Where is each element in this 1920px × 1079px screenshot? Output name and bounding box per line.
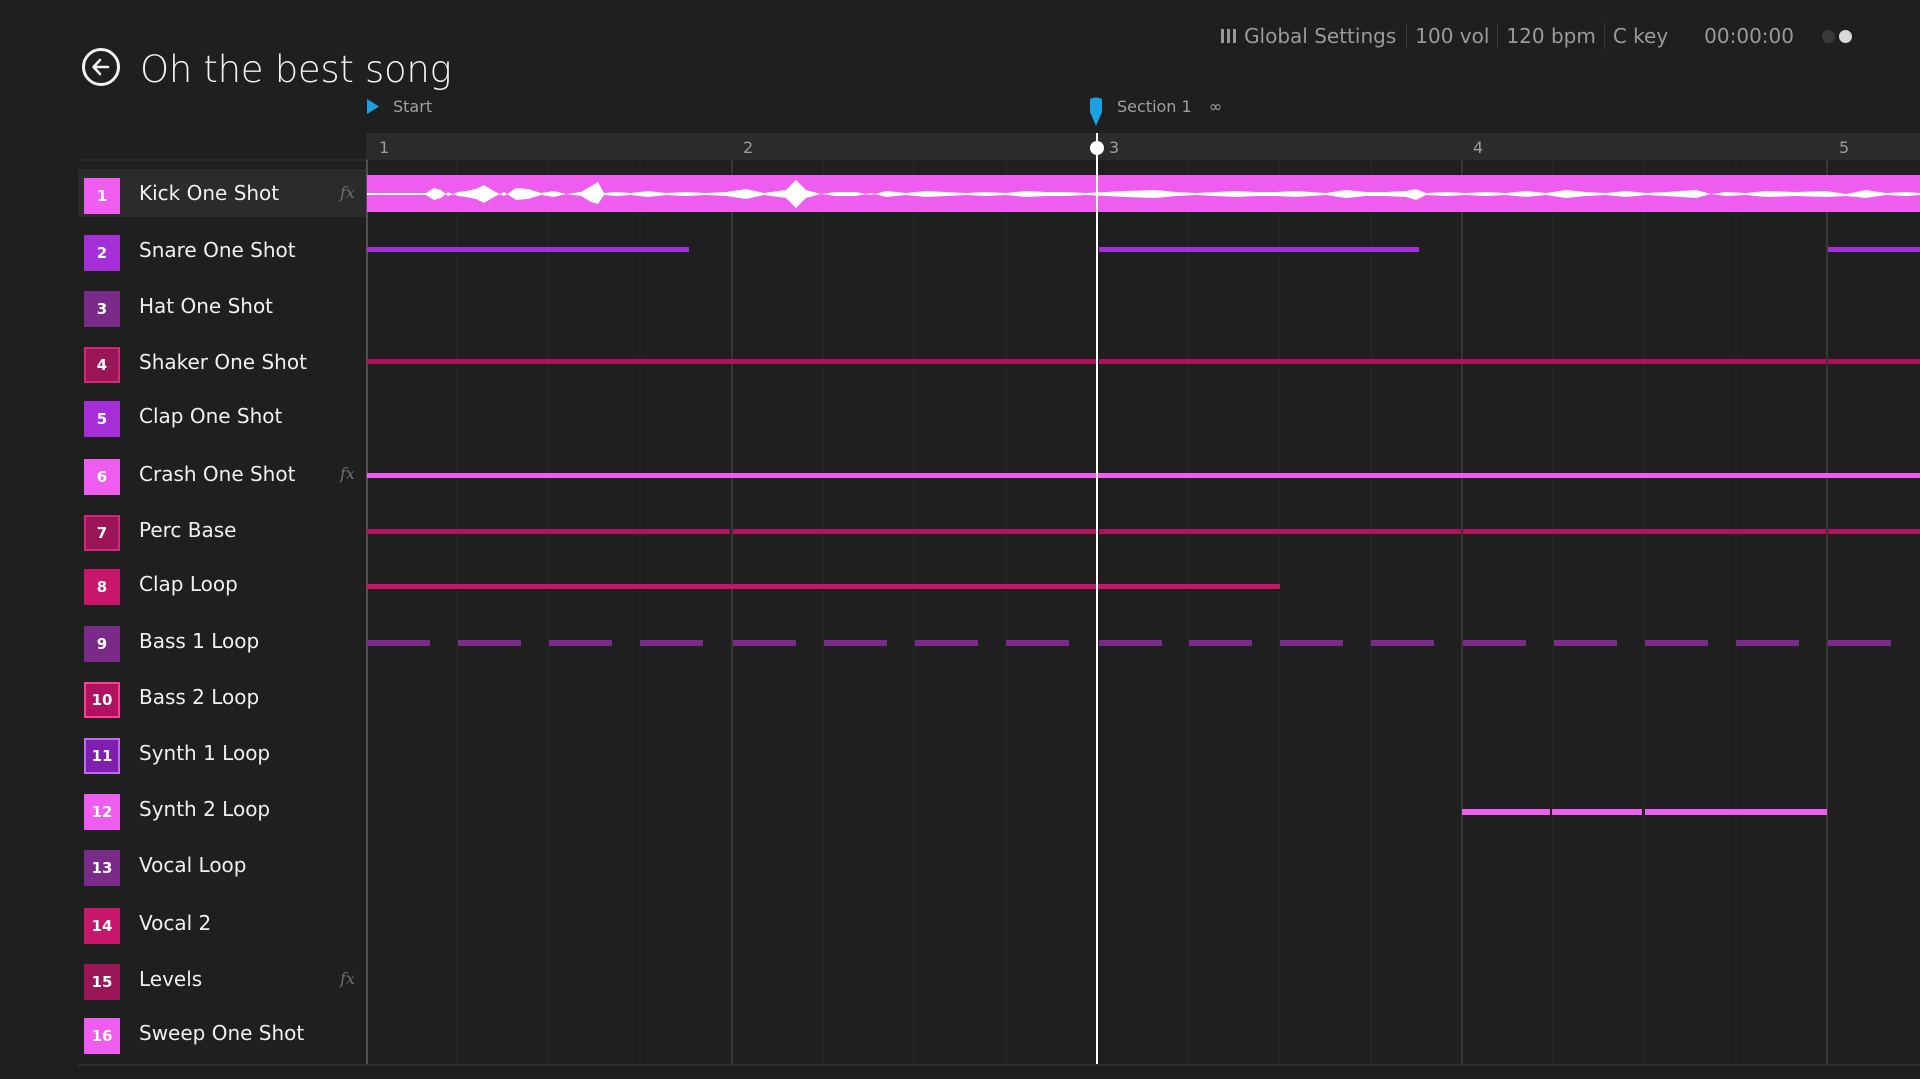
timeline-canvas[interactable] bbox=[366, 160, 1920, 1065]
song-title: Oh the best song bbox=[140, 48, 452, 91]
track-number: 9 bbox=[84, 626, 120, 662]
track-header-divider bbox=[78, 159, 366, 161]
track-row-shaker[interactable]: 4 Shaker One Shot bbox=[78, 338, 366, 386]
fx-icon[interactable]: fx bbox=[340, 183, 355, 202]
track-name: Hat One Shot bbox=[139, 294, 274, 318]
global-toolbar: Global Settings 100 vol 120 bpm C key 00… bbox=[1213, 22, 1852, 50]
track-name: Vocal 2 bbox=[139, 911, 212, 935]
arrow-left-icon bbox=[92, 58, 110, 76]
track-row-kick[interactable]: 1 Kick One Shot fx bbox=[78, 169, 366, 217]
track-name: Synth 2 Loop bbox=[139, 797, 271, 821]
track-name: Levels bbox=[139, 967, 203, 991]
track-name: Shaker One Shot bbox=[139, 350, 307, 374]
fx-icon[interactable]: fx bbox=[340, 464, 355, 483]
track-name: Clap One Shot bbox=[139, 404, 283, 428]
track-name: Bass 1 Loop bbox=[139, 629, 260, 653]
volume-setting[interactable]: 100 vol bbox=[1407, 24, 1497, 48]
bars-icon bbox=[1221, 29, 1237, 43]
playhead-handle[interactable] bbox=[1090, 141, 1104, 155]
track-row-bass-1[interactable]: 9 Bass 1 Loop bbox=[78, 617, 366, 665]
key-setting[interactable]: C key bbox=[1605, 24, 1676, 48]
track-name: Kick One Shot bbox=[139, 181, 280, 205]
clips-perc-base[interactable] bbox=[367, 529, 1920, 534]
tempo-setting[interactable]: 120 bpm bbox=[1498, 24, 1603, 48]
track-name: Vocal Loop bbox=[139, 853, 247, 877]
bar-number: 5 bbox=[1839, 138, 1850, 157]
track-number: 14 bbox=[84, 908, 120, 944]
track-number: 11 bbox=[84, 738, 120, 774]
section-marker-icon[interactable] bbox=[1088, 97, 1104, 129]
fx-icon[interactable]: fx bbox=[340, 969, 355, 988]
global-settings-label: Global Settings bbox=[1244, 24, 1397, 48]
bar-number: 2 bbox=[743, 138, 754, 157]
track-row-synth-2[interactable]: 12 Synth 2 Loop bbox=[78, 785, 366, 833]
track-row-clap-loop[interactable]: 8 Clap Loop bbox=[78, 560, 366, 608]
track-number: 3 bbox=[84, 291, 120, 327]
clips-bass-1[interactable] bbox=[367, 640, 1891, 646]
song-editor: Oh the best song Global Settings 100 vol… bbox=[0, 0, 1920, 1079]
track-row-sweep[interactable]: 16 Sweep One Shot bbox=[78, 1009, 366, 1057]
track-number: 12 bbox=[84, 794, 120, 830]
clips-crash[interactable] bbox=[367, 473, 1920, 478]
back-button[interactable] bbox=[82, 48, 120, 86]
track-row-levels[interactable]: 15 Levels fx bbox=[78, 955, 366, 1003]
track-row-clap[interactable]: 5 Clap One Shot bbox=[78, 392, 366, 440]
clip-kick-waveform[interactable] bbox=[367, 175, 1920, 212]
track-number: 13 bbox=[84, 850, 120, 886]
clips-snare[interactable] bbox=[367, 247, 1920, 252]
track-row-bass-2[interactable]: 10 Bass 2 Loop bbox=[78, 673, 366, 721]
loop-icon: ∞ bbox=[1208, 97, 1223, 116]
track-name: Perc Base bbox=[139, 518, 237, 542]
global-settings-button[interactable]: Global Settings bbox=[1213, 24, 1406, 48]
section-marker-label: Section 1 bbox=[1117, 97, 1192, 116]
track-name: Bass 2 Loop bbox=[139, 685, 260, 709]
track-number: 2 bbox=[84, 235, 120, 271]
clip[interactable] bbox=[1828, 247, 1920, 252]
bar-number: 4 bbox=[1473, 138, 1484, 157]
start-marker-icon[interactable] bbox=[366, 98, 382, 116]
track-number: 8 bbox=[84, 569, 120, 605]
track-number: 1 bbox=[84, 178, 120, 214]
track-name: Clap Loop bbox=[139, 572, 238, 596]
section-marker[interactable]: Section 1 ∞ bbox=[1117, 97, 1222, 116]
clip[interactable] bbox=[367, 247, 689, 252]
time-display: 00:00:00 bbox=[1704, 24, 1794, 48]
track-row-vocal-2[interactable]: 14 Vocal 2 bbox=[78, 899, 366, 947]
track-number: 5 bbox=[84, 401, 120, 437]
timeline-ruler[interactable]: 1 2 3 4 5 bbox=[366, 133, 1920, 160]
bottom-divider bbox=[78, 1064, 1920, 1066]
track-row-vocal-loop[interactable]: 13 Vocal Loop bbox=[78, 841, 366, 889]
track-name: Sweep One Shot bbox=[139, 1021, 305, 1045]
track-number: 7 bbox=[84, 515, 120, 551]
bar-number: 1 bbox=[379, 138, 390, 157]
track-number: 4 bbox=[84, 347, 120, 383]
toggle-dot-on bbox=[1839, 29, 1852, 43]
start-marker-label: Start bbox=[393, 97, 433, 116]
track-row-synth-1[interactable]: 11 Synth 1 Loop bbox=[78, 729, 366, 777]
track-row-perc-base[interactable]: 7 Perc Base bbox=[78, 506, 366, 554]
track-number: 16 bbox=[84, 1018, 120, 1054]
track-row-crash[interactable]: 6 Crash One Shot fx bbox=[78, 450, 366, 498]
track-name: Snare One Shot bbox=[139, 238, 296, 262]
clips-clap-loop[interactable] bbox=[367, 584, 1280, 589]
view-toggle[interactable] bbox=[1822, 29, 1852, 43]
track-name: Crash One Shot bbox=[139, 462, 296, 486]
track-number: 10 bbox=[84, 682, 120, 718]
track-row-snare[interactable]: 2 Snare One Shot bbox=[78, 226, 366, 274]
toggle-dot-off bbox=[1822, 29, 1835, 43]
track-name: Synth 1 Loop bbox=[139, 741, 271, 765]
arrangement-timeline[interactable] bbox=[366, 160, 1920, 1065]
bar-number: 3 bbox=[1109, 138, 1120, 157]
track-number: 6 bbox=[84, 459, 120, 495]
track-row-hat[interactable]: 3 Hat One Shot bbox=[78, 282, 366, 330]
clips-shaker[interactable] bbox=[367, 359, 1920, 364]
clip[interactable] bbox=[1099, 247, 1419, 252]
track-number: 15 bbox=[84, 964, 120, 1000]
